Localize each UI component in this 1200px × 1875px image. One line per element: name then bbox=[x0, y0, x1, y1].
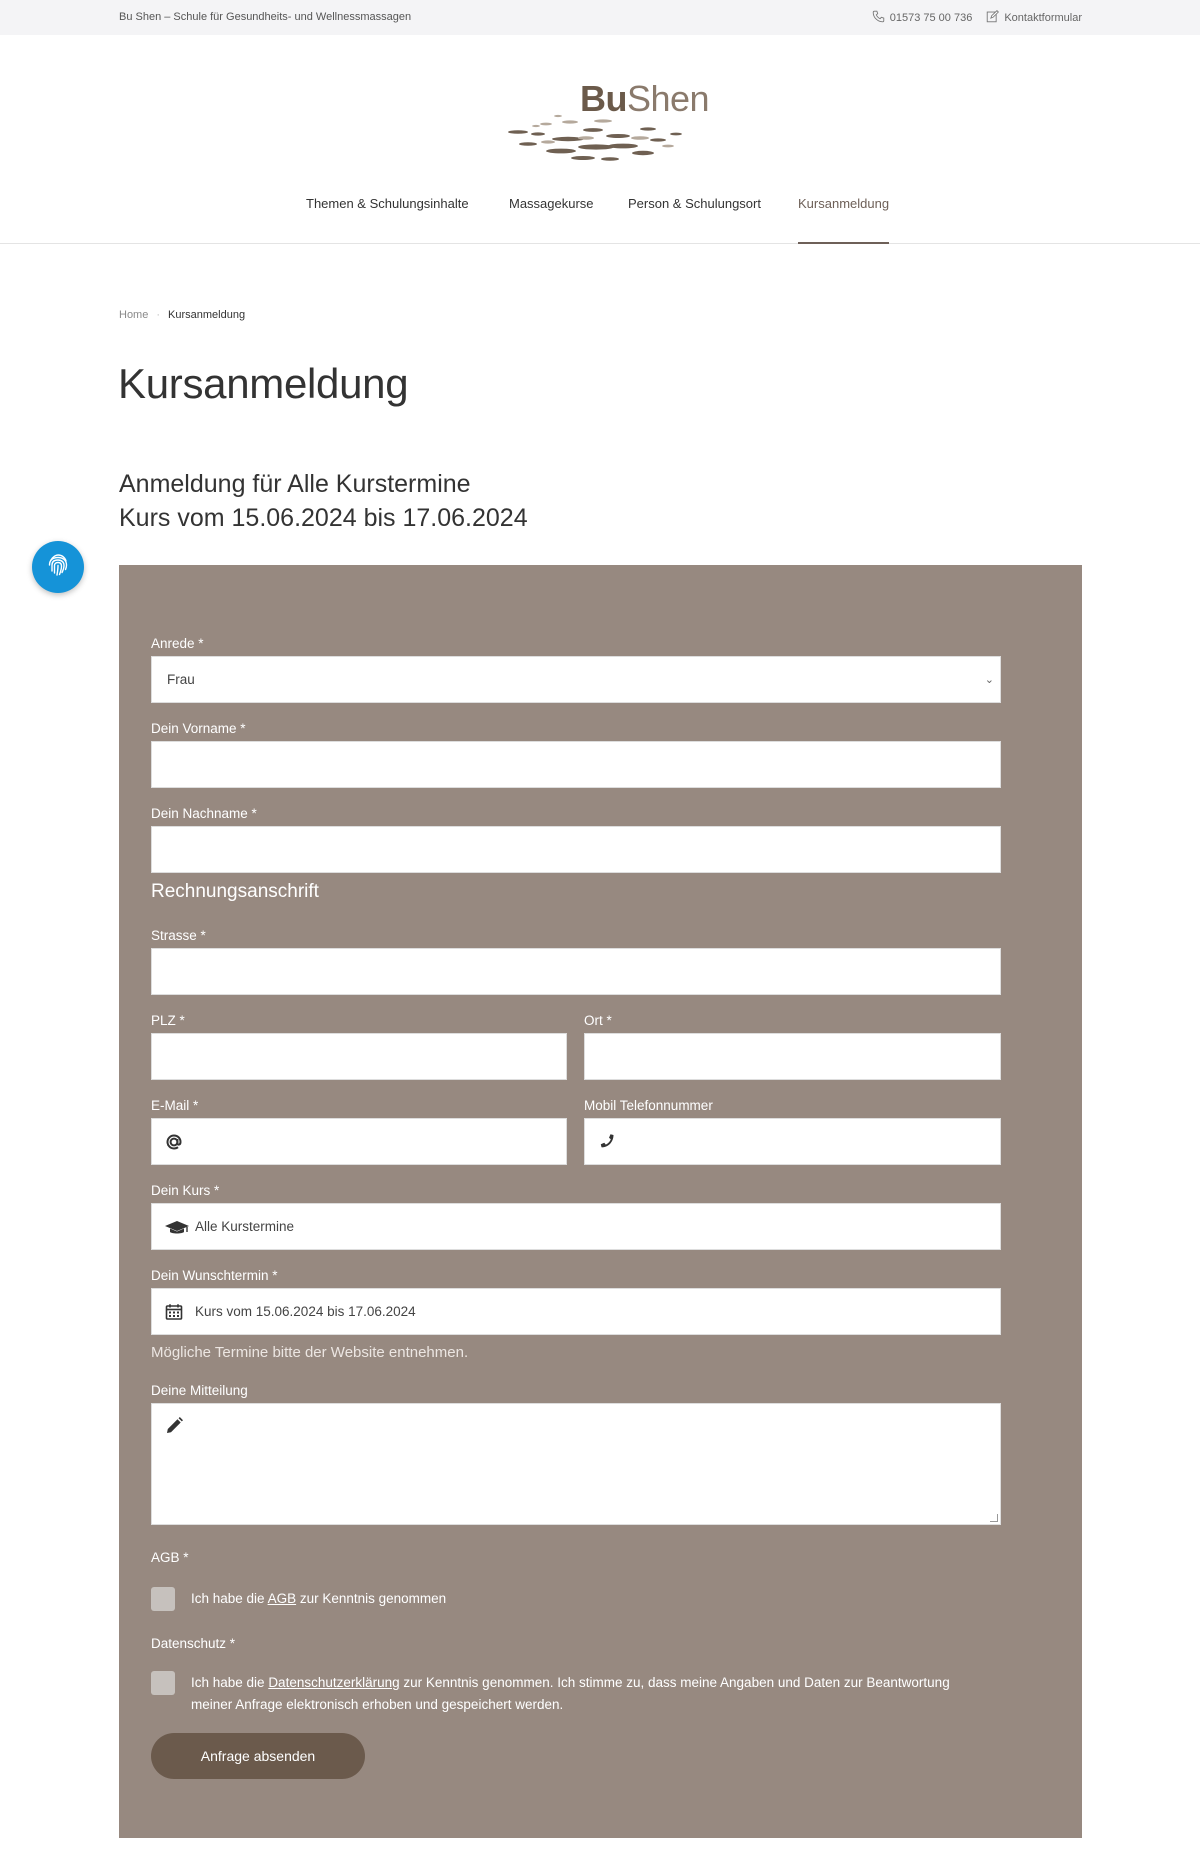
submit-button[interactable]: Anfrage absenden bbox=[151, 1733, 365, 1779]
site-tagline: Bu Shen – Schule für Gesundheits- und We… bbox=[119, 11, 412, 23]
phone-icon bbox=[872, 10, 885, 26]
kurs-label: Dein Kurs * bbox=[151, 1183, 220, 1198]
subtitle-line-2: Kurs vom 15.06.2024 bis 17.06.2024 bbox=[119, 504, 528, 532]
contact-form-label: Kontaktformular bbox=[1004, 12, 1082, 24]
agb-text-post: zur Kenntnis genommen bbox=[296, 1591, 447, 1606]
nav-item-kursanmeldung[interactable]: Kursanmeldung bbox=[798, 196, 890, 244]
nachname-input[interactable] bbox=[151, 826, 1001, 873]
contact-form-link[interactable]: Kontaktformular bbox=[986, 10, 1082, 26]
resize-handle[interactable] bbox=[990, 1514, 998, 1522]
email-label: E-Mail * bbox=[151, 1098, 199, 1113]
accessibility-button[interactable] bbox=[32, 541, 84, 593]
mitteilung-textarea[interactable] bbox=[151, 1403, 1001, 1525]
fingerprint-icon bbox=[44, 551, 72, 584]
main-nav: Themen & Schulungsinhalte Massagekurse P… bbox=[0, 196, 1200, 244]
registration-form: Anrede * Frau ⌄ Dein Vorname * Dein Nach… bbox=[119, 565, 1082, 1838]
breadcrumb-home[interactable]: Home bbox=[119, 309, 148, 321]
phone-icon bbox=[597, 1132, 619, 1152]
termin-input[interactable]: Kurs vom 15.06.2024 bis 17.06.2024 bbox=[151, 1288, 1001, 1335]
graduation-cap-icon bbox=[164, 1217, 190, 1237]
termin-value: Kurs vom 15.06.2024 bis 17.06.2024 bbox=[195, 1304, 416, 1319]
top-bar: Bu Shen – Schule für Gesundheits- und We… bbox=[0, 0, 1200, 35]
mitteilung-label: Deine Mitteilung bbox=[151, 1383, 248, 1398]
billing-section-heading: Rechnungsanschrift bbox=[151, 881, 319, 902]
email-input[interactable] bbox=[151, 1118, 567, 1165]
agb-text: Ich habe die AGB zur Kenntnis genommen bbox=[191, 1588, 446, 1610]
ds-text-pre: Ich habe die bbox=[191, 1675, 269, 1690]
datenschutz-label: Datenschutz * bbox=[151, 1636, 236, 1651]
registration-subtitle: Anmeldung für Alle Kurstermine Kurs vom … bbox=[119, 467, 528, 535]
agb-link[interactable]: AGB bbox=[268, 1591, 297, 1606]
calendar-icon bbox=[164, 1302, 186, 1322]
strasse-label: Strasse * bbox=[151, 928, 206, 943]
nav-item-themen[interactable]: Themen & Schulungsinhalte bbox=[306, 196, 469, 243]
phone-number: 01573 75 00 736 bbox=[889, 12, 973, 24]
chevron-down-icon: ⌄ bbox=[984, 674, 994, 686]
agb-checkbox[interactable] bbox=[151, 1587, 175, 1611]
termin-label: Dein Wunschtermin * bbox=[151, 1268, 278, 1283]
pencil-icon bbox=[164, 1416, 186, 1438]
page-title: Kursanmeldung bbox=[118, 360, 409, 407]
at-icon bbox=[164, 1132, 186, 1152]
kurs-input[interactable]: Alle Kurstermine bbox=[151, 1203, 1001, 1250]
phone-label: Mobil Telefonnummer bbox=[584, 1098, 713, 1113]
vorname-label: Dein Vorname * bbox=[151, 721, 246, 736]
anrede-label: Anrede * bbox=[151, 636, 204, 651]
datenschutz-text: Ich habe die Datenschutzerklärung zur Ke… bbox=[191, 1672, 1011, 1716]
anrede-select[interactable]: Frau ⌄ bbox=[151, 656, 1001, 703]
breadcrumb-current: Kursanmeldung bbox=[168, 309, 246, 321]
phone-link[interactable]: 01573 75 00 736 bbox=[872, 10, 973, 26]
breadcrumb: Home · Kursanmeldung bbox=[119, 309, 245, 321]
ort-label: Ort * bbox=[584, 1013, 612, 1028]
ort-input[interactable] bbox=[584, 1033, 1001, 1080]
phone-input[interactable] bbox=[584, 1118, 1001, 1165]
ds-text-line-2: meiner Anfrage elektronisch erhoben und … bbox=[191, 1697, 564, 1712]
vorname-input[interactable] bbox=[151, 741, 1001, 788]
top-contact: 01573 75 00 736 Kontaktformular bbox=[872, 10, 1082, 26]
termin-hint: Mögliche Termine bitte der Website entne… bbox=[151, 1344, 469, 1361]
agb-label: AGB * bbox=[151, 1550, 189, 1565]
subtitle-line-1: Anmeldung für Alle Kurstermine bbox=[119, 470, 471, 498]
logo-wordmark: BuShen bbox=[580, 78, 710, 119]
strasse-input[interactable] bbox=[151, 948, 1001, 995]
edit-icon bbox=[986, 10, 1000, 26]
agb-text-pre: Ich habe die bbox=[191, 1591, 268, 1606]
anrede-value: Frau bbox=[167, 672, 195, 687]
plz-label: PLZ * bbox=[151, 1013, 185, 1028]
kurs-value: Alle Kurstermine bbox=[195, 1219, 295, 1234]
ds-text-post: zur Kenntnis genommen. Ich stimme zu, da… bbox=[399, 1675, 950, 1690]
nachname-label: Dein Nachname * bbox=[151, 806, 257, 821]
nav-item-massagekurse[interactable]: Massagekurse bbox=[509, 196, 594, 243]
site-logo[interactable]: BuShen bbox=[498, 76, 710, 161]
plz-input[interactable] bbox=[151, 1033, 567, 1080]
datenschutz-link[interactable]: Datenschutzerklärung bbox=[268, 1675, 399, 1690]
datenschutz-checkbox[interactable] bbox=[151, 1671, 175, 1695]
nav-item-person[interactable]: Person & Schulungsort bbox=[628, 196, 761, 243]
breadcrumb-separator: · bbox=[156, 309, 161, 321]
